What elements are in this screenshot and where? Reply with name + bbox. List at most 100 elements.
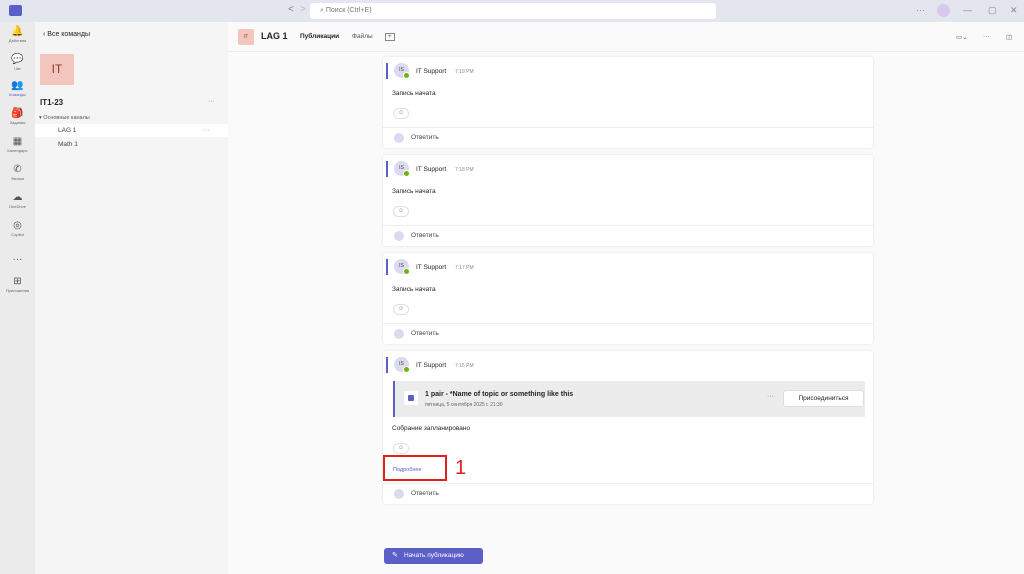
rail-item-copilot[interactable]: ◎ Copilot xyxy=(0,220,35,237)
post-message: Запись начата xyxy=(392,90,436,97)
channel-lag-1[interactable]: LAG 1 ··· xyxy=(35,124,228,137)
channel-label: LAG 1 xyxy=(58,127,77,134)
reply-label: Ответить xyxy=(411,232,439,239)
phone-icon: ✆ xyxy=(13,164,22,175)
post-time: 7:18 PM xyxy=(455,167,474,173)
reply-label: Ответить xyxy=(411,134,439,141)
author-name[interactable]: IT Support xyxy=(416,166,446,173)
reply-button[interactable]: Ответить xyxy=(383,323,873,344)
post-message: Собрание запланировано xyxy=(392,425,471,432)
author-name[interactable]: IT Support xyxy=(416,264,446,271)
rail-item-bell[interactable]: 🔔 Действия xyxy=(0,26,35,43)
reply-avatar xyxy=(394,329,404,339)
start-post-button[interactable]: Начать публикацию xyxy=(384,548,483,564)
post-accent-bar xyxy=(386,259,388,275)
reply-avatar xyxy=(394,231,404,241)
add-reaction-button[interactable]: ☺ xyxy=(393,108,409,119)
add-reaction-button[interactable]: ☺ xyxy=(393,206,409,217)
close-button[interactable]: ✕ xyxy=(1010,5,1018,16)
add-reaction-button[interactable]: ☺ xyxy=(393,304,409,315)
more-icon: ··· xyxy=(12,254,23,265)
channel-main: IT LAG 1 Публикации Файлы + ▭⌄ ··· ◫ IS … xyxy=(228,22,1024,574)
back-button[interactable]: < xyxy=(288,4,294,15)
rail-item-calendar[interactable]: ▦ Календарь xyxy=(0,136,35,153)
title-bar: < > ⌕ Поиск (Ctrl+E) ··· — ▢ ✕ xyxy=(0,0,1024,22)
channel-more-button[interactable]: ··· xyxy=(203,124,210,137)
annotation-highlight xyxy=(383,455,447,481)
rail-label: Copilot xyxy=(11,232,24,237)
rail-item-more[interactable]: ··· xyxy=(0,254,35,266)
meeting-date: пятница, 5 сентября 2025 г. 21:30 xyxy=(425,402,503,408)
more-button[interactable]: ··· xyxy=(916,5,925,15)
tab-posts[interactable]: Публикации xyxy=(300,33,339,40)
author-avatar[interactable]: IS xyxy=(394,161,410,177)
all-teams-link[interactable]: ‹ Все команды xyxy=(43,31,90,38)
annotation-number: 1 xyxy=(455,457,467,479)
channel-math-1[interactable]: Math 1 xyxy=(35,138,228,151)
post-card: IS IT Support 7:18 PM Запись начата ☺ Отв… xyxy=(383,155,873,246)
user-avatar[interactable] xyxy=(937,4,950,17)
team-avatar: IT xyxy=(40,54,74,85)
rail-item-apps[interactable]: ⊞ Приложения xyxy=(0,276,35,293)
channel-title: LAG 1 xyxy=(261,31,288,41)
meeting-more-button[interactable]: ··· xyxy=(767,393,774,400)
rail-label: Действия xyxy=(8,38,27,43)
teams-logo-icon xyxy=(9,5,22,16)
author-avatar[interactable]: IS xyxy=(394,259,410,275)
search-input[interactable]: ⌕ Поиск (Ctrl+E) xyxy=(310,3,716,19)
reply-button[interactable]: Ответить xyxy=(383,483,873,504)
meeting-card[interactable]: 1 pair - *Name of topic or something lik… xyxy=(393,381,865,417)
reply-avatar xyxy=(394,489,404,499)
rail-item-cloud[interactable]: ☁ OneDrive xyxy=(0,192,35,209)
panel-toggle-icon[interactable]: ◫ xyxy=(1006,33,1012,41)
post-accent-bar xyxy=(386,63,388,79)
smiley-icon: ☺ xyxy=(397,110,405,116)
header-more-button[interactable]: ··· xyxy=(983,33,990,40)
reply-label: Ответить xyxy=(411,330,439,337)
author-name[interactable]: IT Support xyxy=(416,362,446,369)
apps-icon: ⊞ xyxy=(13,276,22,287)
calendar-icon: ▦ xyxy=(12,136,23,147)
post-time: 7:15 PM xyxy=(455,363,474,369)
maximize-button[interactable]: ▢ xyxy=(988,5,997,16)
rail-item-phone[interactable]: ✆ Звонки xyxy=(0,164,35,181)
video-call-button[interactable]: ▭⌄ xyxy=(956,33,968,41)
teams-icon: 👥 xyxy=(11,80,24,91)
tab-files[interactable]: Файлы xyxy=(352,33,373,40)
post-message: Запись начата xyxy=(392,286,436,293)
rail-label: Задания xyxy=(9,120,26,125)
post-accent-bar xyxy=(386,357,388,373)
minimize-button[interactable]: — xyxy=(963,5,972,15)
rail-label: Команды xyxy=(9,92,26,97)
teams-panel: ‹ Все команды IT IT1-23 ··· ▾ Основные к… xyxy=(35,22,228,574)
bell-icon: 🔔 xyxy=(11,26,24,37)
rail-item-teams[interactable]: 👥 Команды xyxy=(0,80,35,97)
app-rail: 🔔 Действия 💬 Чат 👥 Команды 🎒 Задания ▦ Календарь ✆… xyxy=(0,22,35,574)
join-button[interactable]: Присоединиться xyxy=(783,390,864,407)
author-avatar[interactable]: IS xyxy=(394,63,410,79)
author-name[interactable]: IT Support xyxy=(416,68,446,75)
reply-label: Ответить xyxy=(411,490,439,497)
all-teams-label: Все команды xyxy=(47,31,91,38)
author-avatar[interactable]: IS xyxy=(394,357,410,373)
calendar-icon xyxy=(404,391,418,405)
meeting-title: 1 pair - *Name of topic or something lik… xyxy=(425,391,574,398)
rail-label: Календарь xyxy=(7,148,28,153)
reply-avatar xyxy=(394,133,404,143)
rail-item-chat[interactable]: 💬 Чат xyxy=(0,54,35,71)
rail-item-assignments[interactable]: 🎒 Задания xyxy=(0,108,35,125)
forward-button[interactable]: > xyxy=(300,4,306,15)
cloud-icon: ☁ xyxy=(12,192,23,203)
smiley-icon: ☺ xyxy=(397,445,405,451)
channel-group-toggle[interactable]: ▾ Основные каналы xyxy=(39,115,90,121)
post-card: IS IT Support 7:17 PM Запись начата ☺ Отв… xyxy=(383,253,873,344)
smiley-icon: ☺ xyxy=(397,208,405,214)
channel-avatar: IT xyxy=(238,29,254,45)
reply-button[interactable]: Ответить xyxy=(383,127,873,148)
rail-label: Звонки xyxy=(11,176,24,181)
add-tab-button[interactable]: + xyxy=(385,33,395,41)
team-name[interactable]: IT1-23 xyxy=(40,98,63,107)
team-more-button[interactable]: ··· xyxy=(208,98,215,105)
reply-button[interactable]: Ответить xyxy=(383,225,873,246)
add-reaction-button[interactable]: ☺ xyxy=(393,443,409,454)
